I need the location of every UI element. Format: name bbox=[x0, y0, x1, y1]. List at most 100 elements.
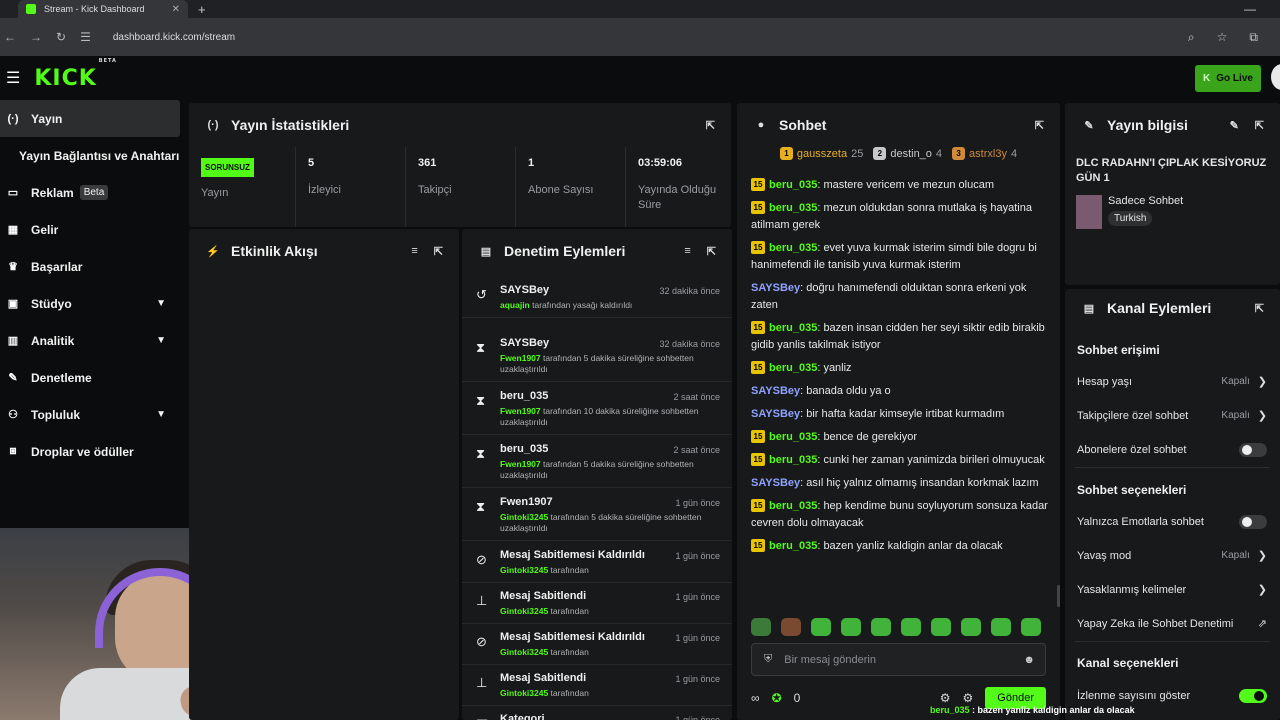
sidebar-item-basarilar[interactable]: ♛ Başarılar bbox=[0, 248, 186, 285]
bookmark-star-icon[interactable]: ☆ bbox=[1217, 30, 1228, 45]
subscribers-only-toggle[interactable] bbox=[1239, 443, 1267, 457]
chat-message[interactable]: 15 beru_035: evet yuva kurmak isterim sim… bbox=[751, 240, 1051, 274]
emote-icon[interactable] bbox=[841, 618, 861, 636]
chat-message[interactable]: 15 beru_035: yanliz bbox=[751, 360, 1051, 377]
emote-icon[interactable] bbox=[901, 618, 921, 636]
sidebar-item-analitik[interactable]: ▥ Analitik ▼ bbox=[0, 322, 186, 359]
show-viewcount-toggle[interactable] bbox=[1239, 689, 1267, 703]
sidebar-item-yayin[interactable]: (·) Yayın bbox=[0, 100, 180, 137]
chat-username: beru_035 bbox=[769, 202, 818, 214]
chat-message[interactable]: 15 beru_035: mezun oldukdan sonra mutlaka… bbox=[751, 200, 1051, 234]
emote-icon[interactable] bbox=[1021, 618, 1041, 636]
emoji-icon[interactable]: ☻ bbox=[1023, 654, 1035, 666]
kick-points-icon[interactable]: ✪ bbox=[772, 691, 782, 705]
forward-icon[interactable]: → bbox=[30, 30, 42, 44]
top-gifters: 1 gausszeta 25 2 destin_o 4 3 astrxl3y 4 bbox=[737, 147, 1060, 160]
chat-username: beru_035 bbox=[769, 242, 818, 254]
site-info-icon[interactable]: ☰ bbox=[80, 30, 91, 44]
edit-pencil-icon[interactable]: ✎ bbox=[1230, 119, 1239, 132]
emote-only-toggle[interactable] bbox=[1239, 515, 1267, 529]
shield-icon: ⛨ bbox=[764, 653, 773, 665]
expand-icon[interactable]: ⇱ bbox=[707, 245, 716, 258]
sidebar-item-droplar[interactable]: ⧆ Droplar ve ödüller bbox=[0, 433, 186, 470]
emote-icon[interactable] bbox=[751, 618, 771, 636]
stream-info-panel: ✎ Yayın bilgisi ✎ ⇱ DLC RADAHN'I ÇIPLAK KES… bbox=[1065, 103, 1280, 285]
emote-icon[interactable] bbox=[961, 618, 981, 636]
site-header: ☰ KICKBETA bbox=[0, 56, 1280, 100]
chat-message[interactable]: 15 beru_035: bazen yanliz kaldigin anlar … bbox=[751, 538, 1051, 555]
row-ai-moderation[interactable]: Yapay Zeka ile Sohbet Denetimi ⇗ bbox=[1077, 617, 1267, 631]
subscriber-badge: 15 bbox=[751, 453, 765, 466]
extensions-icon[interactable]: ⧉ bbox=[1249, 30, 1258, 45]
browser-tab[interactable]: Stream - Kick Dashboard ✕ bbox=[18, 0, 188, 18]
chat-message[interactable]: 15 beru_035: hep kendime bunu soyluyorum … bbox=[751, 498, 1051, 532]
chat-message[interactable]: SAYSBey: asıl hiç yalnız olmamış insanda… bbox=[751, 475, 1051, 492]
category-name: Sadece Sohbet bbox=[1108, 195, 1184, 207]
expand-icon[interactable]: ⇱ bbox=[434, 245, 443, 258]
sidebar-item-stream-key[interactable]: Yayın Bağlantısı ve Anahtarı bbox=[0, 137, 186, 174]
menu-icon[interactable]: ☰ bbox=[6, 68, 20, 88]
infinity-icon[interactable]: ∞ bbox=[751, 691, 760, 705]
emote-icon[interactable] bbox=[991, 618, 1011, 636]
broadcast-icon: (·) bbox=[7, 112, 19, 125]
sidebar-item-topluluk[interactable]: ⚇ Topluluk ▼ bbox=[0, 396, 186, 433]
sidebar-item-denetleme[interactable]: ✎ Denetleme bbox=[0, 359, 186, 396]
row-account-age[interactable]: Hesap yaşı Kapalı ❯ bbox=[1077, 375, 1267, 389]
chat-message[interactable]: SAYSBey: bir hafta kadar kimseyle irtiba… bbox=[751, 406, 1051, 423]
chat-message[interactable]: SAYSBey: banada oldu ya o bbox=[751, 383, 1051, 400]
chat-input[interactable]: ⛨ Bir mesaj gönderin ☻ bbox=[751, 643, 1046, 676]
community-icon: ⚇ bbox=[8, 409, 18, 421]
go-live-button[interactable]: K Go Live bbox=[1195, 65, 1261, 92]
close-tab-icon[interactable]: ✕ bbox=[172, 4, 180, 15]
back-icon[interactable]: ← bbox=[4, 30, 16, 44]
moderation-item: ⊘ Mesaj Sabitlemesi Kaldırıldı 1 gün önc… bbox=[462, 624, 732, 665]
moderation-item: ⊘ Mesaj Sabitlemesi Kaldırıldı 1 gün önc… bbox=[462, 542, 732, 583]
panel-title: Etkinlik Akışı bbox=[231, 243, 318, 259]
emote-icon[interactable] bbox=[811, 618, 831, 636]
sidebar-item-gelir[interactable]: ▦ Gelir bbox=[0, 211, 186, 248]
sidebar-item-studyo[interactable]: ▣ Stüdyo ▼ bbox=[0, 285, 186, 322]
chat-message[interactable]: SAYSBey: doğru hanımefendi olduktan sonr… bbox=[751, 280, 1051, 314]
top-gifter[interactable]: 3 astrxl3y 4 bbox=[952, 147, 1017, 160]
filter-icon[interactable]: ≡ bbox=[411, 245, 417, 258]
reload-icon[interactable]: ↻ bbox=[56, 30, 66, 44]
expand-icon[interactable]: ⇱ bbox=[1255, 302, 1264, 315]
top-gifter[interactable]: 1 gausszeta 25 bbox=[779, 147, 863, 160]
stat-viewers: 5 İzleyici bbox=[295, 147, 405, 227]
category-icon: ▤ bbox=[476, 716, 488, 720]
emote-bar bbox=[751, 618, 1041, 636]
moderation-item: ⊥ Mesaj Sabitlendi 1 gün önce Gintoki324… bbox=[462, 583, 732, 624]
row-slow-mode[interactable]: Yavaş mod Kapalı ❯ bbox=[1077, 549, 1267, 563]
revenue-icon: ▦ bbox=[7, 224, 19, 236]
panel-title: Denetim Eylemleri bbox=[504, 243, 626, 259]
chat-message[interactable]: 15 beru_035: bence de gerekiyor bbox=[751, 429, 1051, 446]
chevron-down-icon: ▼ bbox=[156, 298, 166, 309]
kick-logo[interactable]: KICKBETA bbox=[34, 58, 117, 91]
minimize-icon[interactable]: — bbox=[1244, 2, 1256, 16]
chat-username: SAYSBey bbox=[751, 477, 801, 489]
top-gifter[interactable]: 2 destin_o 4 bbox=[873, 147, 942, 160]
filter-icon[interactable]: ≡ bbox=[684, 245, 690, 258]
settings-gear-icon[interactable]: ⚙ bbox=[940, 691, 951, 705]
sidebar-item-reklam[interactable]: ▭ Reklam Beta bbox=[0, 174, 186, 211]
mod-settings-icon[interactable]: ⚙ bbox=[963, 691, 974, 705]
trophy-icon: ♛ bbox=[8, 261, 18, 273]
row-banned-words[interactable]: Yasaklanmış kelimeler ❯ bbox=[1077, 583, 1267, 597]
emote-icon[interactable] bbox=[931, 618, 951, 636]
new-tab-icon[interactable]: + bbox=[198, 2, 206, 17]
chat-message[interactable]: 15 beru_035: bazen insan cidden her seyi … bbox=[751, 320, 1051, 354]
chat-messages: 15 beru_035: mastere vericem ve mezun olu… bbox=[751, 177, 1051, 561]
panel-title: Yayın İstatistikleri bbox=[231, 117, 350, 133]
chat-message[interactable]: 15 beru_035: cunki her zaman yanimizda bi… bbox=[751, 452, 1051, 469]
url-field[interactable]: dashboard.kick.com/stream bbox=[113, 32, 235, 43]
emote-icon[interactable] bbox=[871, 618, 891, 636]
expand-icon[interactable]: ⇱ bbox=[1255, 119, 1264, 132]
expand-icon[interactable]: ⇱ bbox=[706, 119, 715, 132]
expand-icon[interactable]: ⇱ bbox=[1035, 119, 1044, 132]
emote-icon[interactable] bbox=[781, 618, 801, 636]
chat-bubble-icon: ● bbox=[757, 119, 765, 131]
zoom-icon[interactable]: ⌕ bbox=[1188, 30, 1195, 45]
row-followers-only[interactable]: Takipçilere özel sohbet Kapalı ❯ bbox=[1077, 409, 1267, 423]
chat-scrollbar[interactable] bbox=[1057, 585, 1060, 607]
chat-message[interactable]: 15 beru_035: mastere vericem ve mezun olu… bbox=[751, 177, 1051, 194]
